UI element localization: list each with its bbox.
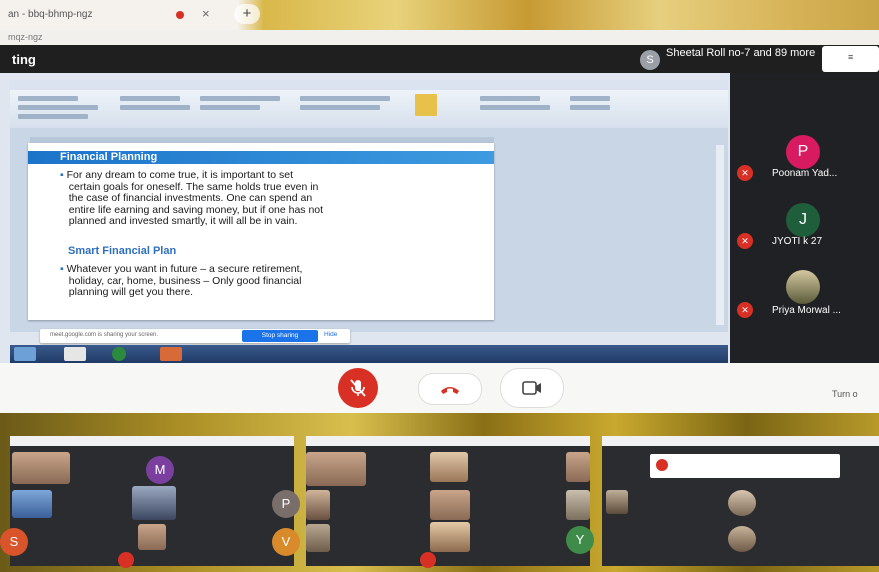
bullet1-line: planned and invested smartly, it will al… xyxy=(68,215,298,227)
screenshot-header xyxy=(10,436,294,446)
bullet2-line: planning will get you there. xyxy=(68,286,194,298)
call-end-icon xyxy=(441,387,459,394)
bullet2-line: Whatever you want in future – a secure r… xyxy=(66,263,303,275)
mic-off-icon: ✕ xyxy=(737,233,753,249)
mic-off-icon xyxy=(350,379,366,397)
participant-name: Poonam Yad... xyxy=(772,168,838,179)
slide-subtitle: Smart Financial Plan xyxy=(68,245,177,257)
participant-video xyxy=(12,452,70,484)
bullet1-line: entire life earning and saving money, bu… xyxy=(68,203,324,216)
ppt-scrollbar[interactable] xyxy=(716,145,724,325)
bullet1-line: the case of financial investments. One c… xyxy=(68,192,313,204)
mic-off-icon: ✕ xyxy=(737,302,753,318)
participant-video xyxy=(306,452,366,486)
powerpoint-icon[interactable] xyxy=(160,347,182,361)
participant-name: JYOTI k 27 xyxy=(772,236,823,247)
hide-button[interactable]: Hide xyxy=(324,331,337,338)
participant-name: Priya Morwal ... xyxy=(772,305,841,316)
participant-video xyxy=(566,490,590,520)
bullet2-line: holiday, car, home, business – Only good… xyxy=(68,274,302,287)
end-call-icon xyxy=(420,552,436,568)
sharing-notice-text: meet.google.com is sharing your screen. xyxy=(50,332,159,338)
ppt-ribbon xyxy=(10,90,728,129)
participant-avatar: P xyxy=(272,490,300,518)
participant-video xyxy=(12,490,52,518)
layout-icon: ≡ xyxy=(848,52,854,62)
notification-popup[interactable] xyxy=(650,454,840,478)
browser-tab-bar xyxy=(0,0,879,30)
mic-off-button[interactable] xyxy=(338,368,378,408)
recording-dot-icon xyxy=(176,11,184,19)
end-call-icon xyxy=(118,552,134,568)
slide-title: Financial Planning xyxy=(60,151,158,163)
meeting-title: ting xyxy=(12,52,36,67)
stop-sharing-button[interactable]: Stop sharing xyxy=(242,330,318,342)
end-call-button[interactable] xyxy=(418,373,482,405)
alert-icon xyxy=(656,459,668,471)
close-tab-icon[interactable]: × xyxy=(202,6,210,21)
participant-video xyxy=(728,526,756,552)
participant-video xyxy=(306,524,330,552)
presenter-avatar: S xyxy=(640,50,660,70)
participant-photo xyxy=(786,270,820,304)
participant-video xyxy=(566,452,590,482)
url-text: mqz-ngz xyxy=(8,32,43,42)
bullet1-line: certain goals for oneself. The same hold… xyxy=(68,180,319,193)
participant-avatar: J xyxy=(786,203,820,237)
bullet1-line: For any dream to come true, it is import… xyxy=(66,169,294,181)
participant-avatar: V xyxy=(272,528,300,556)
camera-icon xyxy=(522,381,541,395)
mic-off-icon: ✕ xyxy=(737,165,753,181)
participant-video xyxy=(430,522,470,552)
participant-video xyxy=(430,490,470,520)
participant-video xyxy=(728,490,756,516)
address-bar[interactable] xyxy=(0,30,879,45)
participant-video xyxy=(606,490,628,514)
ppt-menu-bar xyxy=(10,80,728,90)
slide-bullet-2: ▪ Whatever you want in future – a secure… xyxy=(60,263,303,298)
slide-bullet-1: ▪ For any dream to come true, it is impo… xyxy=(60,169,324,227)
presenter-label[interactable]: Sheetal Roll no-7 and 89 more xyxy=(666,47,816,59)
start-icon[interactable] xyxy=(14,347,36,361)
participant-video xyxy=(138,524,166,550)
participant-avatar: S xyxy=(0,528,28,556)
camera-button[interactable] xyxy=(500,368,564,408)
new-tab-button[interactable]: + xyxy=(234,4,260,24)
participant-video xyxy=(306,490,330,520)
screenshot-header xyxy=(602,436,879,446)
participant-avatar: Y xyxy=(566,526,594,554)
participant-avatar: M xyxy=(146,456,174,484)
chrome-icon[interactable] xyxy=(112,347,126,361)
participant-avatar: P xyxy=(786,135,820,169)
screenshot-header xyxy=(306,436,590,446)
turn-on-captions-label[interactable]: Turn o xyxy=(832,389,858,399)
tab-title[interactable]: an - bbq-bhmp-ngz xyxy=(8,9,93,20)
explorer-icon[interactable] xyxy=(64,347,86,361)
participant-video xyxy=(430,452,468,482)
participant-video xyxy=(132,486,176,520)
